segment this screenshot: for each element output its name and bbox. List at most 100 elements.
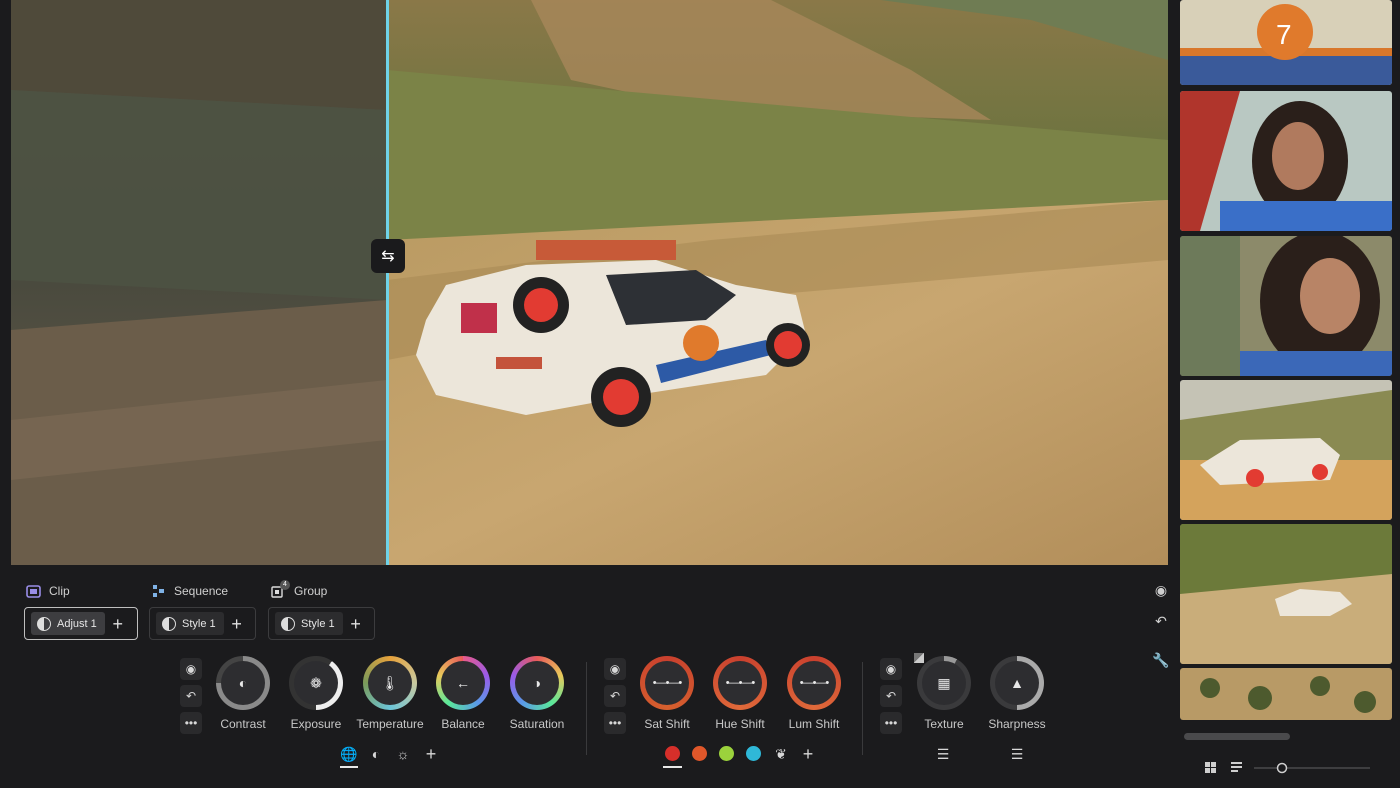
- visibility-toggle[interactable]: ◉: [1151, 580, 1171, 600]
- clip-layer-stack: Adjust 1 +: [24, 607, 138, 640]
- zoom-slider-thumb[interactable]: [1276, 762, 1288, 774]
- list-view-icon[interactable]: [1231, 762, 1242, 772]
- sharpness-dial[interactable]: ▲: [990, 656, 1044, 710]
- split-compare-handle[interactable]: ⇆: [371, 239, 405, 273]
- filmstrip-thumb[interactable]: [1180, 380, 1392, 520]
- texture-settings-button[interactable]: ☰: [934, 745, 952, 763]
- texture-dial[interactable]: ▦: [917, 656, 971, 710]
- sliders-icon: ☰: [936, 745, 950, 762]
- wrench-icon: 🔧: [1152, 651, 1170, 668]
- filmstrip-thumb[interactable]: 7: [1180, 0, 1392, 85]
- saturation-icon: ◑: [532, 675, 542, 691]
- color-reset-button[interactable]: ↶: [604, 685, 626, 707]
- group-icon: 4: [270, 580, 290, 598]
- scope-sequence[interactable]: Sequence: [150, 582, 228, 600]
- plus-icon: +: [425, 743, 437, 764]
- add-layer-button[interactable]: +: [111, 615, 125, 633]
- lum-shift-dial[interactable]: •—•—•: [787, 656, 841, 710]
- panel-divider: [862, 662, 863, 755]
- active-tab-indicator: [340, 766, 358, 768]
- color-swatch-green[interactable]: [719, 746, 734, 761]
- filmstrip-thumb[interactable]: [1180, 524, 1392, 664]
- tab-tones[interactable]: ◐: [367, 745, 385, 763]
- tools-button[interactable]: 🔧: [1151, 650, 1171, 670]
- sat-shift-dial[interactable]: •—•—•: [640, 656, 694, 710]
- grid-view-icon[interactable]: [1205, 762, 1216, 773]
- active-swatch-indicator: [663, 766, 682, 768]
- scope-label: Sequence: [174, 584, 229, 598]
- temperature-dial[interactable]: 🌡: [363, 656, 417, 710]
- clip-icon: [25, 584, 41, 598]
- layer-chip-style[interactable]: Style 1: [156, 612, 224, 635]
- filmstrip-thumb[interactable]: [1180, 91, 1392, 231]
- color-swatch-cyan[interactable]: [746, 746, 761, 761]
- scope-group[interactable]: 4 Group: [270, 580, 327, 600]
- dial-label: Saturation: [509, 717, 565, 731]
- triangle-icon: ▲: [1010, 675, 1024, 691]
- eye-icon: ◉: [1154, 581, 1168, 598]
- saturation-dial[interactable]: ◑: [510, 656, 564, 710]
- aperture-icon: ❁: [310, 674, 322, 691]
- filmstrip-view-controls: [1200, 758, 1380, 778]
- eyedropper-button[interactable]: ❦: [772, 745, 790, 763]
- undo-icon: ↶: [1155, 612, 1167, 629]
- color-visibility-button[interactable]: ◉: [604, 658, 626, 680]
- sun-icon: ☼: [396, 746, 410, 762]
- tab-highlights[interactable]: ☼: [394, 745, 412, 763]
- sequence-icon: [150, 584, 166, 598]
- more-icon: •••: [184, 716, 198, 730]
- color-swatch-orange[interactable]: [692, 746, 707, 761]
- split-compare-line[interactable]: [386, 0, 389, 565]
- filmstrip-scrollbar[interactable]: [1184, 733, 1290, 740]
- scope-clip[interactable]: Clip: [25, 582, 70, 600]
- contrast-icon: ◐: [238, 675, 248, 691]
- eye-icon: ◉: [609, 662, 621, 676]
- style-layer-icon: [281, 616, 295, 631]
- more-icon: •••: [608, 716, 622, 730]
- group-layer-stack: Style 1 +: [268, 607, 375, 640]
- sequence-layer-stack: Style 1 +: [149, 607, 256, 640]
- tone-reset-button[interactable]: ↶: [180, 685, 202, 707]
- layer-chip-adjust[interactable]: Adjust 1: [31, 612, 105, 635]
- contrast-dial[interactable]: ◐: [216, 656, 270, 710]
- sliders-icon: ☰: [1010, 745, 1024, 762]
- grid-icon: ▦: [937, 674, 951, 691]
- image-viewer[interactable]: ⇆: [11, 0, 1168, 565]
- panel-divider: [586, 662, 587, 755]
- plus-icon: +: [802, 743, 814, 764]
- add-color-button[interactable]: +: [799, 743, 817, 764]
- layer-chip-style[interactable]: Style 1: [275, 612, 343, 635]
- add-layer-button[interactable]: +: [349, 615, 363, 633]
- detail-visibility-button[interactable]: ◉: [880, 658, 902, 680]
- eyedropper-icon: ❦: [775, 745, 787, 762]
- tone-visibility-button[interactable]: ◉: [180, 658, 202, 680]
- curve-line-icon: •—•—•: [725, 677, 756, 689]
- undo-icon: ↶: [885, 689, 897, 703]
- editor-app: ⇆ 7 ◉ ↶ 🔧 Clip Sequence 4 Group Adjust 1…: [0, 0, 1400, 788]
- filmstrip-thumb[interactable]: [1180, 236, 1392, 376]
- tab-add[interactable]: +: [422, 743, 440, 764]
- filmstrip-thumb[interactable]: [1180, 668, 1392, 720]
- hue-shift-dial[interactable]: •—•—•: [713, 656, 767, 710]
- more-icon: •••: [884, 716, 898, 730]
- half-circle-icon: ◐: [371, 746, 381, 762]
- reset-button[interactable]: ↶: [1151, 611, 1171, 631]
- exposure-dial[interactable]: ❁: [289, 656, 343, 710]
- tab-global[interactable]: 🌐: [340, 745, 358, 763]
- sharpness-settings-button[interactable]: ☰: [1008, 745, 1026, 763]
- add-layer-button[interactable]: +: [230, 615, 244, 633]
- detail-reset-button[interactable]: ↶: [880, 685, 902, 707]
- layer-chip-label: Style 1: [301, 617, 335, 630]
- curve-line-icon: •—•—•: [799, 677, 830, 689]
- mask-icon[interactable]: [914, 653, 924, 663]
- adjustment-layer-icon: [37, 616, 51, 631]
- color-swatch-red[interactable]: [665, 746, 680, 761]
- thermometer-icon: 🌡: [381, 674, 399, 691]
- swap-arrows-icon: ⇆: [381, 248, 395, 265]
- scope-label: Clip: [49, 584, 70, 598]
- balance-dial[interactable]: ←: [436, 656, 490, 710]
- style-layer-icon: [162, 616, 176, 631]
- globe-icon: 🌐: [340, 745, 358, 762]
- dial-label: Sharpness: [988, 717, 1046, 731]
- group-count-badge: 4: [280, 580, 290, 590]
